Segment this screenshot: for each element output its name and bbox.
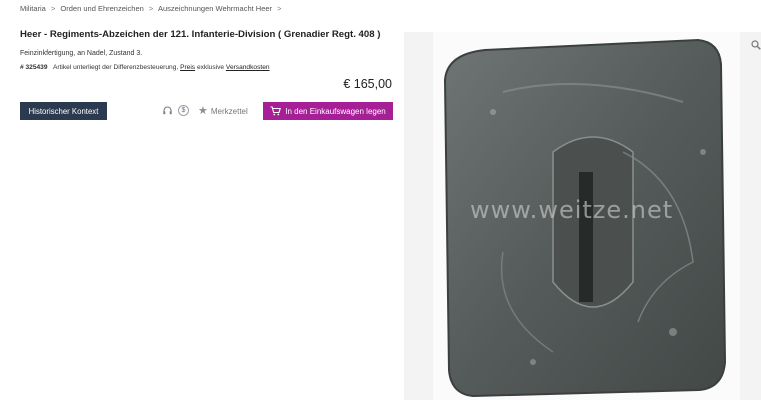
star-icon: ★: [198, 104, 208, 117]
price-link[interactable]: Preis: [180, 64, 195, 71]
breadcrumb: Militaria > Orden und Ehrenzeichen > Aus…: [20, 4, 285, 13]
breadcrumb-separator: >: [50, 4, 56, 13]
shipping-costs-link[interactable]: Versandkosten: [226, 64, 270, 71]
historical-context-button[interactable]: Historischer Kontext: [20, 102, 107, 120]
add-to-cart-button[interactable]: In den Einkaufswagen legen: [263, 102, 393, 120]
watermark-text: www.weitze.net: [470, 196, 674, 224]
wishlist-label: Merkzettel: [210, 106, 248, 116]
vat-note: Artikel unterliegt der Differenzbesteuer…: [52, 64, 179, 71]
magnifier-icon: [751, 40, 761, 50]
dollar-icon[interactable]: $: [178, 105, 189, 116]
vat-middle: exklusive: [196, 64, 225, 71]
breadcrumb-separator: >: [277, 4, 282, 13]
product-price: € 165,00: [343, 77, 392, 91]
cart-label: In den Einkaufswagen legen: [285, 106, 386, 116]
product-title: Heer - Regiments-Abzeichen der 121. Infa…: [20, 29, 381, 40]
headset-icon[interactable]: [162, 105, 173, 116]
headset-icon-svg: [163, 106, 172, 115]
breadcrumb-link-auszeichnungen[interactable]: Auszeichnungen Wehrmacht Heer: [158, 4, 272, 13]
breadcrumb-separator: >: [148, 4, 154, 13]
breadcrumb-link-orden[interactable]: Orden und Ehrenzeichen: [60, 4, 143, 13]
product-meta: # 325439 Artikel unterliegt der Differen…: [20, 64, 270, 71]
breadcrumb-link-militaria[interactable]: Militaria: [20, 4, 46, 13]
article-number: # 325439: [20, 64, 48, 71]
zoom-icon[interactable]: [751, 37, 761, 50]
product-image[interactable]: www.weitze.net: [433, 32, 740, 400]
product-description: Feinzinkfertigung, an Nadel, Zustand 3.: [20, 50, 143, 57]
cart-icon: [270, 106, 282, 116]
wishlist-button[interactable]: ★ Merkzettel: [198, 103, 248, 119]
